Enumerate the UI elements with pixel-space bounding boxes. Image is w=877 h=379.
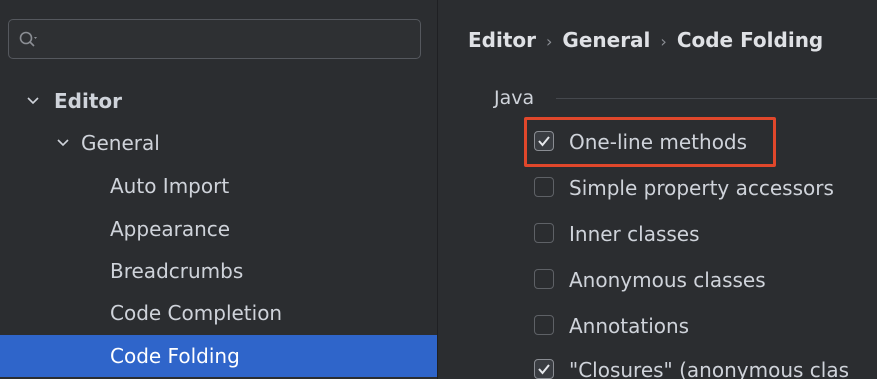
checkbox[interactable] — [534, 223, 554, 243]
chevron-down-icon[interactable] — [56, 136, 70, 150]
tree-item-editor[interactable]: Editor — [0, 80, 437, 122]
option-label: Anonymous classes — [569, 268, 766, 292]
checkbox[interactable] — [534, 177, 554, 197]
settings-window: Editor General Auto Import Appearance Br… — [0, 0, 877, 379]
settings-content: Editor › General › Code Folding Java One-lin… — [438, 0, 877, 379]
settings-sidebar: Editor General Auto Import Appearance Br… — [0, 0, 437, 379]
breadcrumb-item-code-folding: Code Folding — [676, 28, 824, 52]
option-label: Simple property accessors — [569, 176, 834, 200]
tree-item-code-completion[interactable]: Code Completion — [0, 292, 437, 334]
breadcrumb: Editor › General › Code Folding — [468, 22, 823, 60]
section-title: Java — [494, 87, 535, 109]
tree-item-label: General — [81, 131, 160, 155]
option-label: Inner classes — [569, 222, 700, 246]
tree-item-label: Breadcrumbs — [110, 259, 244, 283]
tree-item-label: Code Completion — [110, 301, 283, 325]
breadcrumb-separator: › — [546, 32, 553, 51]
tree-item-label: Editor — [54, 89, 122, 113]
breadcrumb-item-general[interactable]: General — [562, 28, 650, 52]
breadcrumb-item-editor[interactable]: Editor — [468, 28, 536, 52]
tree-item-general[interactable]: General — [0, 122, 437, 164]
checkbox[interactable] — [534, 359, 554, 379]
tree-item-label: Code Folding — [110, 344, 240, 368]
tree-item-breadcrumbs[interactable]: Breadcrumbs — [0, 250, 437, 292]
search-input[interactable] — [45, 20, 414, 60]
tree-item-code-folding[interactable]: Code Folding — [0, 335, 437, 377]
tree-item-label: Auto Import — [110, 174, 230, 198]
tree-item-auto-import[interactable]: Auto Import — [0, 165, 437, 207]
option-label: Annotations — [569, 314, 690, 338]
checkbox[interactable] — [534, 269, 554, 289]
tree-item-label: Appearance — [110, 217, 231, 241]
option-label: "Closures" (anonymous clas — [569, 358, 849, 379]
checkmark-icon — [538, 364, 550, 375]
search-box[interactable] — [8, 19, 421, 60]
chevron-down-icon[interactable] — [26, 94, 40, 108]
highlight-box — [524, 117, 776, 167]
search-icon[interactable] — [18, 29, 40, 51]
checkbox[interactable] — [534, 315, 554, 335]
breadcrumb-separator: › — [660, 32, 667, 51]
tree-item-appearance[interactable]: Appearance — [0, 208, 437, 250]
section-divider — [556, 98, 877, 99]
